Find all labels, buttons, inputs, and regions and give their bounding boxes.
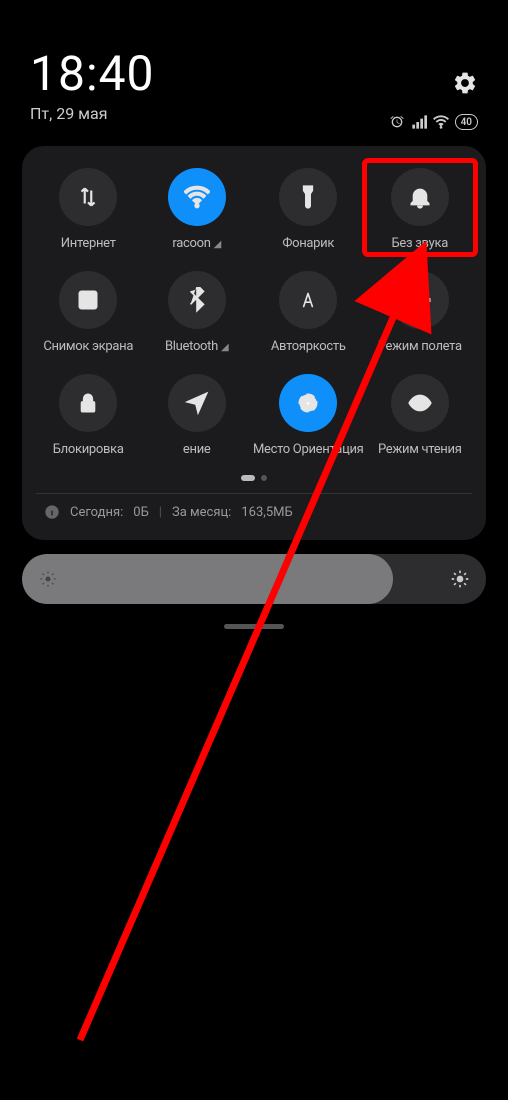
tile-label: Без звука xyxy=(392,236,448,251)
brightness-fill xyxy=(22,554,393,604)
tile-lock[interactable]: Блокировка xyxy=(36,374,140,457)
tile-label: Снимок экрана xyxy=(43,339,133,354)
quick-settings-panel: Интернет racoon◢ Фонарик Без звука xyxy=(22,146,486,540)
eye-icon xyxy=(391,374,449,432)
battery-indicator: 40 xyxy=(455,114,478,130)
tile-mute[interactable]: Без звука xyxy=(368,168,472,251)
bell-icon xyxy=(391,168,449,226)
settings-icon[interactable] xyxy=(452,70,478,96)
brightness-high-icon xyxy=(450,569,470,589)
data-usage-row[interactable]: Сегодня: 0Б | За месяц: 163,5МБ xyxy=(36,493,472,526)
status-bar: 40 xyxy=(389,114,478,130)
tile-auto-brightness[interactable]: Автояркость xyxy=(253,271,364,354)
data-arrows-icon xyxy=(59,168,117,226)
tile-label: Интернет xyxy=(61,236,116,251)
tile-screenshot[interactable]: Снимок экрана xyxy=(36,271,140,354)
tile-internet[interactable]: Интернет xyxy=(36,168,140,251)
today-label: Сегодня: xyxy=(70,505,123,520)
wifi-status-icon xyxy=(433,114,449,130)
tile-label: Режим полета xyxy=(378,339,462,354)
screenshot-icon xyxy=(59,271,117,329)
bluetooth-icon xyxy=(168,271,226,329)
airplane-icon xyxy=(391,271,449,329)
clock-time: 18:40 xyxy=(30,50,155,98)
tile-label: Место Ориентация xyxy=(253,442,364,457)
signal-icon xyxy=(411,114,427,130)
tile-label: Блокировка xyxy=(53,442,124,457)
tile-flashlight[interactable]: Фонарик xyxy=(253,168,364,251)
today-value: 0Б xyxy=(133,505,149,520)
rotation-lock-icon xyxy=(279,374,337,432)
brightness-slider[interactable] xyxy=(22,554,486,604)
info-icon xyxy=(44,504,60,520)
tile-label: Автояркость xyxy=(271,339,346,354)
tile-location[interactable]: ение xyxy=(144,374,248,457)
tile-label: Bluetooth◢ xyxy=(165,339,228,354)
tile-wifi[interactable]: racoon◢ xyxy=(144,168,248,251)
auto-brightness-icon xyxy=(279,271,337,329)
location-icon xyxy=(168,374,226,432)
brightness-low-icon xyxy=(38,569,58,589)
wifi-icon xyxy=(168,168,226,226)
tile-airplane-mode[interactable]: Режим полета xyxy=(368,271,472,354)
clock-date: Пт, 29 мая xyxy=(30,104,155,123)
panel-handle[interactable] xyxy=(224,624,284,629)
quick-settings-grid: Интернет racoon◢ Фонарик Без звука xyxy=(36,168,472,457)
tile-label: Фонарик xyxy=(282,236,334,251)
alarm-icon xyxy=(389,114,405,130)
month-label: За месяц: xyxy=(172,505,231,520)
month-value: 163,5МБ xyxy=(241,505,292,520)
tile-label: Режим чтения xyxy=(378,442,462,457)
tile-label: racoon◢ xyxy=(172,236,221,251)
tile-orientation[interactable]: Место Ориентация xyxy=(253,374,364,457)
flashlight-icon xyxy=(279,168,337,226)
tile-bluetooth[interactable]: Bluetooth◢ xyxy=(144,271,248,354)
tile-reading-mode[interactable]: Режим чтения xyxy=(368,374,472,457)
lock-icon xyxy=(59,374,117,432)
page-indicator xyxy=(36,475,472,481)
tile-label: ение xyxy=(183,442,211,457)
